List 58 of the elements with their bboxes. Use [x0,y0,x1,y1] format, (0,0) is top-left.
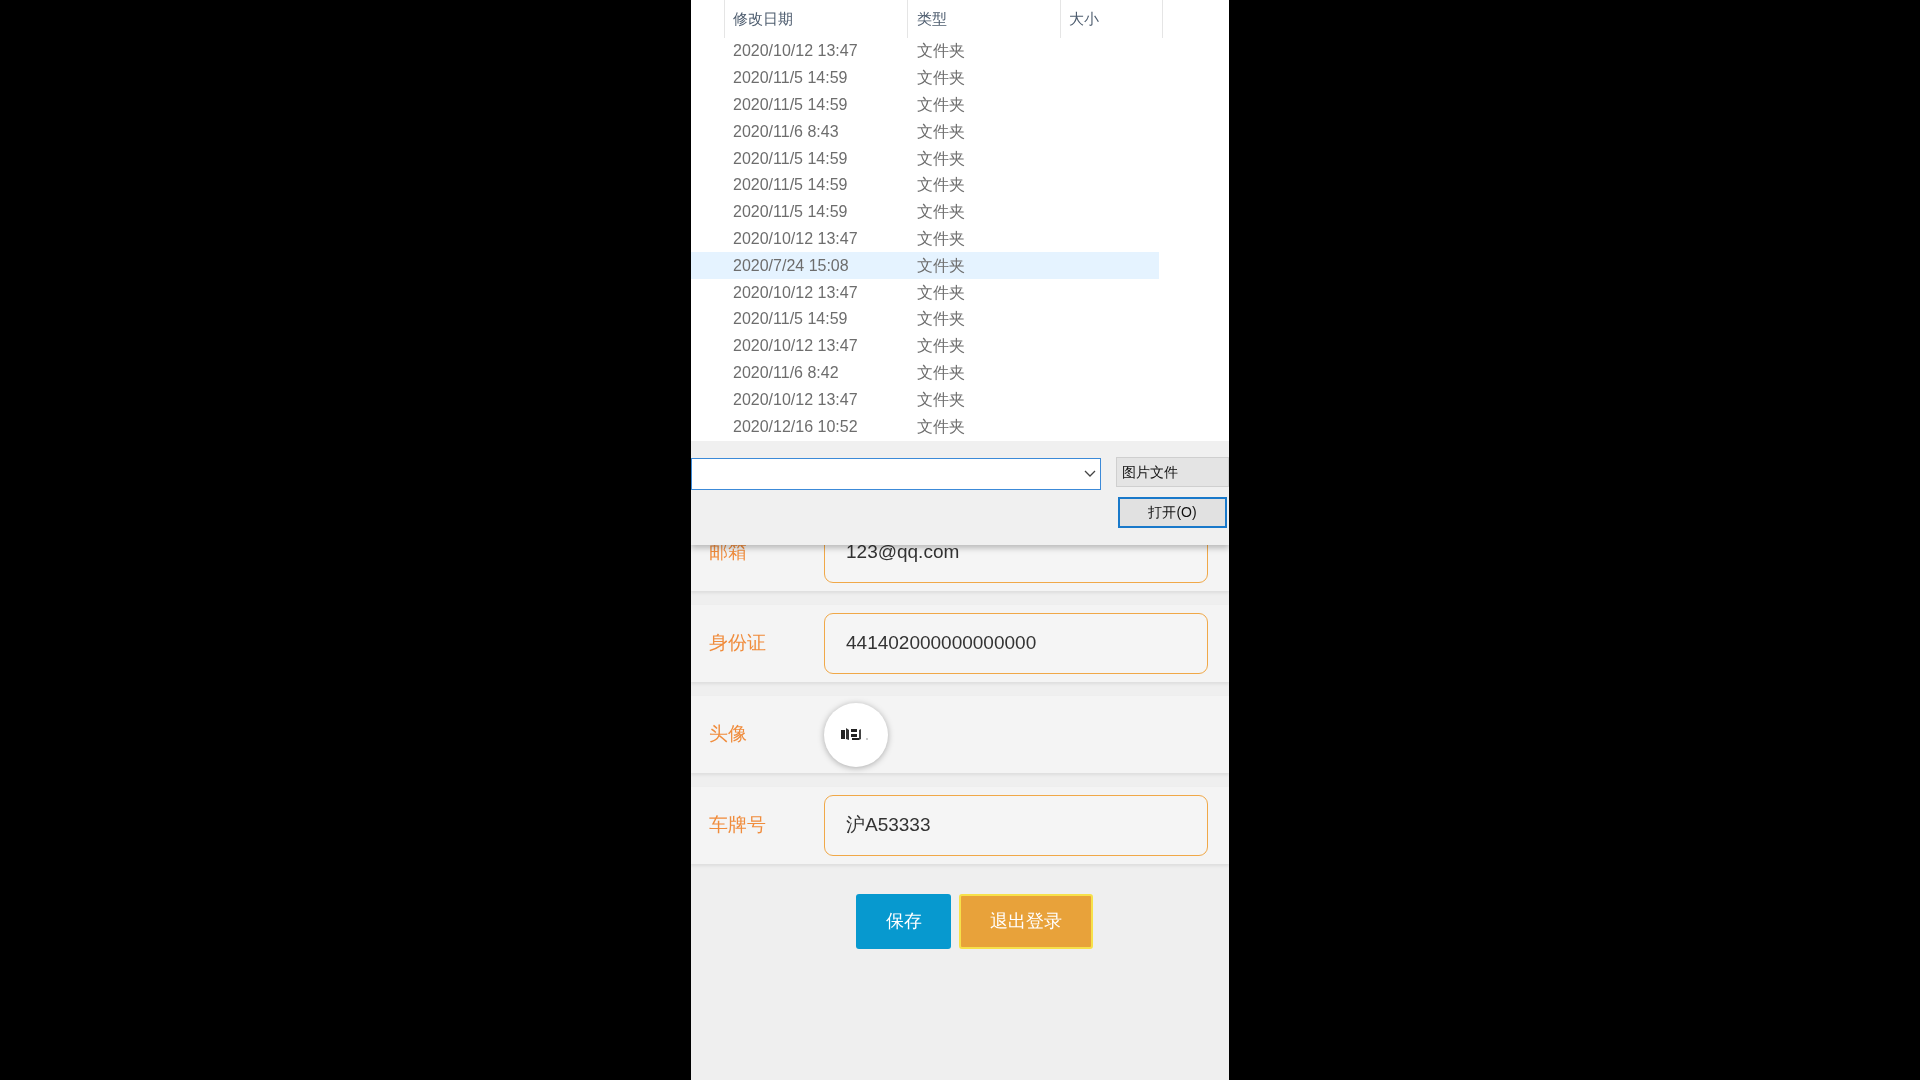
column-header[interactable]: 大小 [1061,0,1163,38]
file-type: 文件夹 [917,310,965,328]
modified-date: 2020/11/5 14:59 [733,149,848,167]
modified-date: 2020/11/5 14:59 [733,69,848,87]
file-type: 文件夹 [917,390,965,408]
file-type: 文件夹 [917,42,965,60]
file-row[interactable]: 2020/11/5 14:59 文件夹 [691,305,1159,333]
file-type: 文件夹 [917,122,965,140]
modified-date: 2020/11/5 14:59 [733,310,848,328]
modified-date: 2020/10/12 13:47 [733,390,858,408]
modified-date: 2020/11/5 14:59 [733,203,848,221]
modified-date: 2020/11/6 8:42 [733,363,839,381]
file-row[interactable]: 2020/10/12 13:47 文件夹 [691,332,1159,360]
modified-date: 2020/10/12 13:47 [733,229,858,247]
input-field[interactable]: 441402000000000000 [824,613,1208,674]
field-label: 身份证 [708,631,767,656]
file-type: 文件夹 [917,176,965,194]
file-row[interactable]: 2020/11/5 14:59 文件夹 [691,172,1159,199]
file-row[interactable]: 2020/11/6 8:42 文件夹 [691,359,1159,387]
file-type: 文件夹 [917,149,965,167]
modified-date: 2020/11/5 14:59 [733,176,848,194]
field-label: 车牌号 [708,813,767,838]
file-row[interactable]: 2020/10/12 13:47 文件夹 [691,38,1159,65]
file-type: 文件夹 [917,283,965,301]
file-row[interactable]: 2020/12/16 10:52 文件夹 [691,413,1159,440]
file-row[interactable]: 2020/11/5 14:59 文件夹 [691,198,1159,226]
field-label: 头像 [708,722,748,747]
save-button[interactable]: 保存 [856,894,951,949]
input-field[interactable]: 沪A53333 [824,795,1208,856]
file-type: 文件夹 [917,363,965,381]
modified-date: 2020/12/16 10:52 [733,417,858,435]
file-row[interactable]: 2020/10/12 13:47 文件夹 [691,225,1159,253]
file-row[interactable]: 2020/7/24 15:08 文件夹 [691,252,1159,280]
file-row[interactable]: 2020/10/12 13:47 文件夹 [691,279,1159,306]
modified-date: 2020/10/12 13:47 [733,283,858,301]
modified-date: 2020/7/24 15:08 [733,256,849,274]
modified-date: 2020/10/12 13:47 [733,337,858,355]
modified-date: 2020/11/6 8:43 [733,122,839,140]
chevron-down-icon[interactable] [1084,470,1096,478]
file-row[interactable]: 2020/11/5 14:59 文件夹 [691,145,1159,172]
open-button[interactable]: 打开(O) [1118,497,1227,528]
file-type: 文件夹 [917,203,965,221]
modified-date: 2020/10/12 13:47 [733,42,858,60]
file-type: 文件夹 [917,256,965,274]
file-type: 文件夹 [917,337,965,355]
file-type: 文件夹 [917,96,965,113]
file-row[interactable]: 2020/10/12 13:47 文件夹 [691,386,1159,414]
file-type: 文件夹 [917,229,965,247]
modified-date: 2020/11/5 14:59 [733,96,848,113]
file-type: 文件夹 [917,417,965,435]
file-type: 文件夹 [917,69,965,87]
file-row[interactable]: 2020/11/5 14:59 文件夹 [691,91,1159,119]
file-row[interactable]: 2020/11/6 8:43 文件夹 [691,118,1159,146]
column-header[interactable]: 类型 [908,0,1061,38]
file-type-dropdown[interactable]: 图片文件 [1116,457,1229,487]
file-name-field[interactable] [691,458,1101,490]
file-row[interactable]: 2020/11/5 14:59 文件夹 [691,64,1159,92]
column-header[interactable]: 修改日期 [725,0,908,38]
